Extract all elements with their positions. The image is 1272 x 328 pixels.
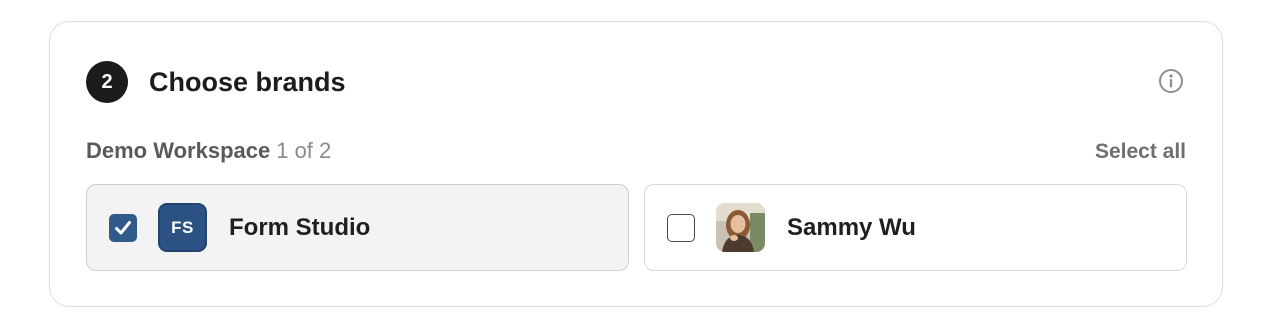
step-number-badge: 2 — [86, 61, 128, 103]
checkmark-icon — [115, 220, 131, 234]
brand-name-form-studio: Form Studio — [229, 213, 371, 241]
info-icon[interactable] — [1158, 68, 1184, 94]
select-all-button[interactable]: Select all — [1095, 139, 1186, 165]
choose-brands-card: 2 Choose brands Demo Workspace 1 of 2 Sel… — [49, 21, 1223, 307]
brand-checkbox-sammy-wu[interactable] — [667, 213, 695, 242]
workspace-selection-count: 1 of 2 — [276, 138, 332, 163]
workspace-name: Demo Workspace — [86, 138, 271, 163]
brand-option-form-studio[interactable]: FS Form Studio — [86, 184, 629, 271]
workspace-header: Demo Workspace 1 of 2 — [86, 138, 331, 164]
brand-name-sammy-wu: Sammy Wu — [787, 213, 916, 241]
photo-avatar — [716, 203, 765, 252]
brand-option-sammy-wu[interactable]: Sammy Wu — [644, 184, 1187, 271]
brand-checkbox-form-studio[interactable] — [109, 213, 137, 242]
brand-avatar-form-studio: FS — [158, 203, 207, 252]
section-title: Choose brands — [149, 67, 346, 97]
